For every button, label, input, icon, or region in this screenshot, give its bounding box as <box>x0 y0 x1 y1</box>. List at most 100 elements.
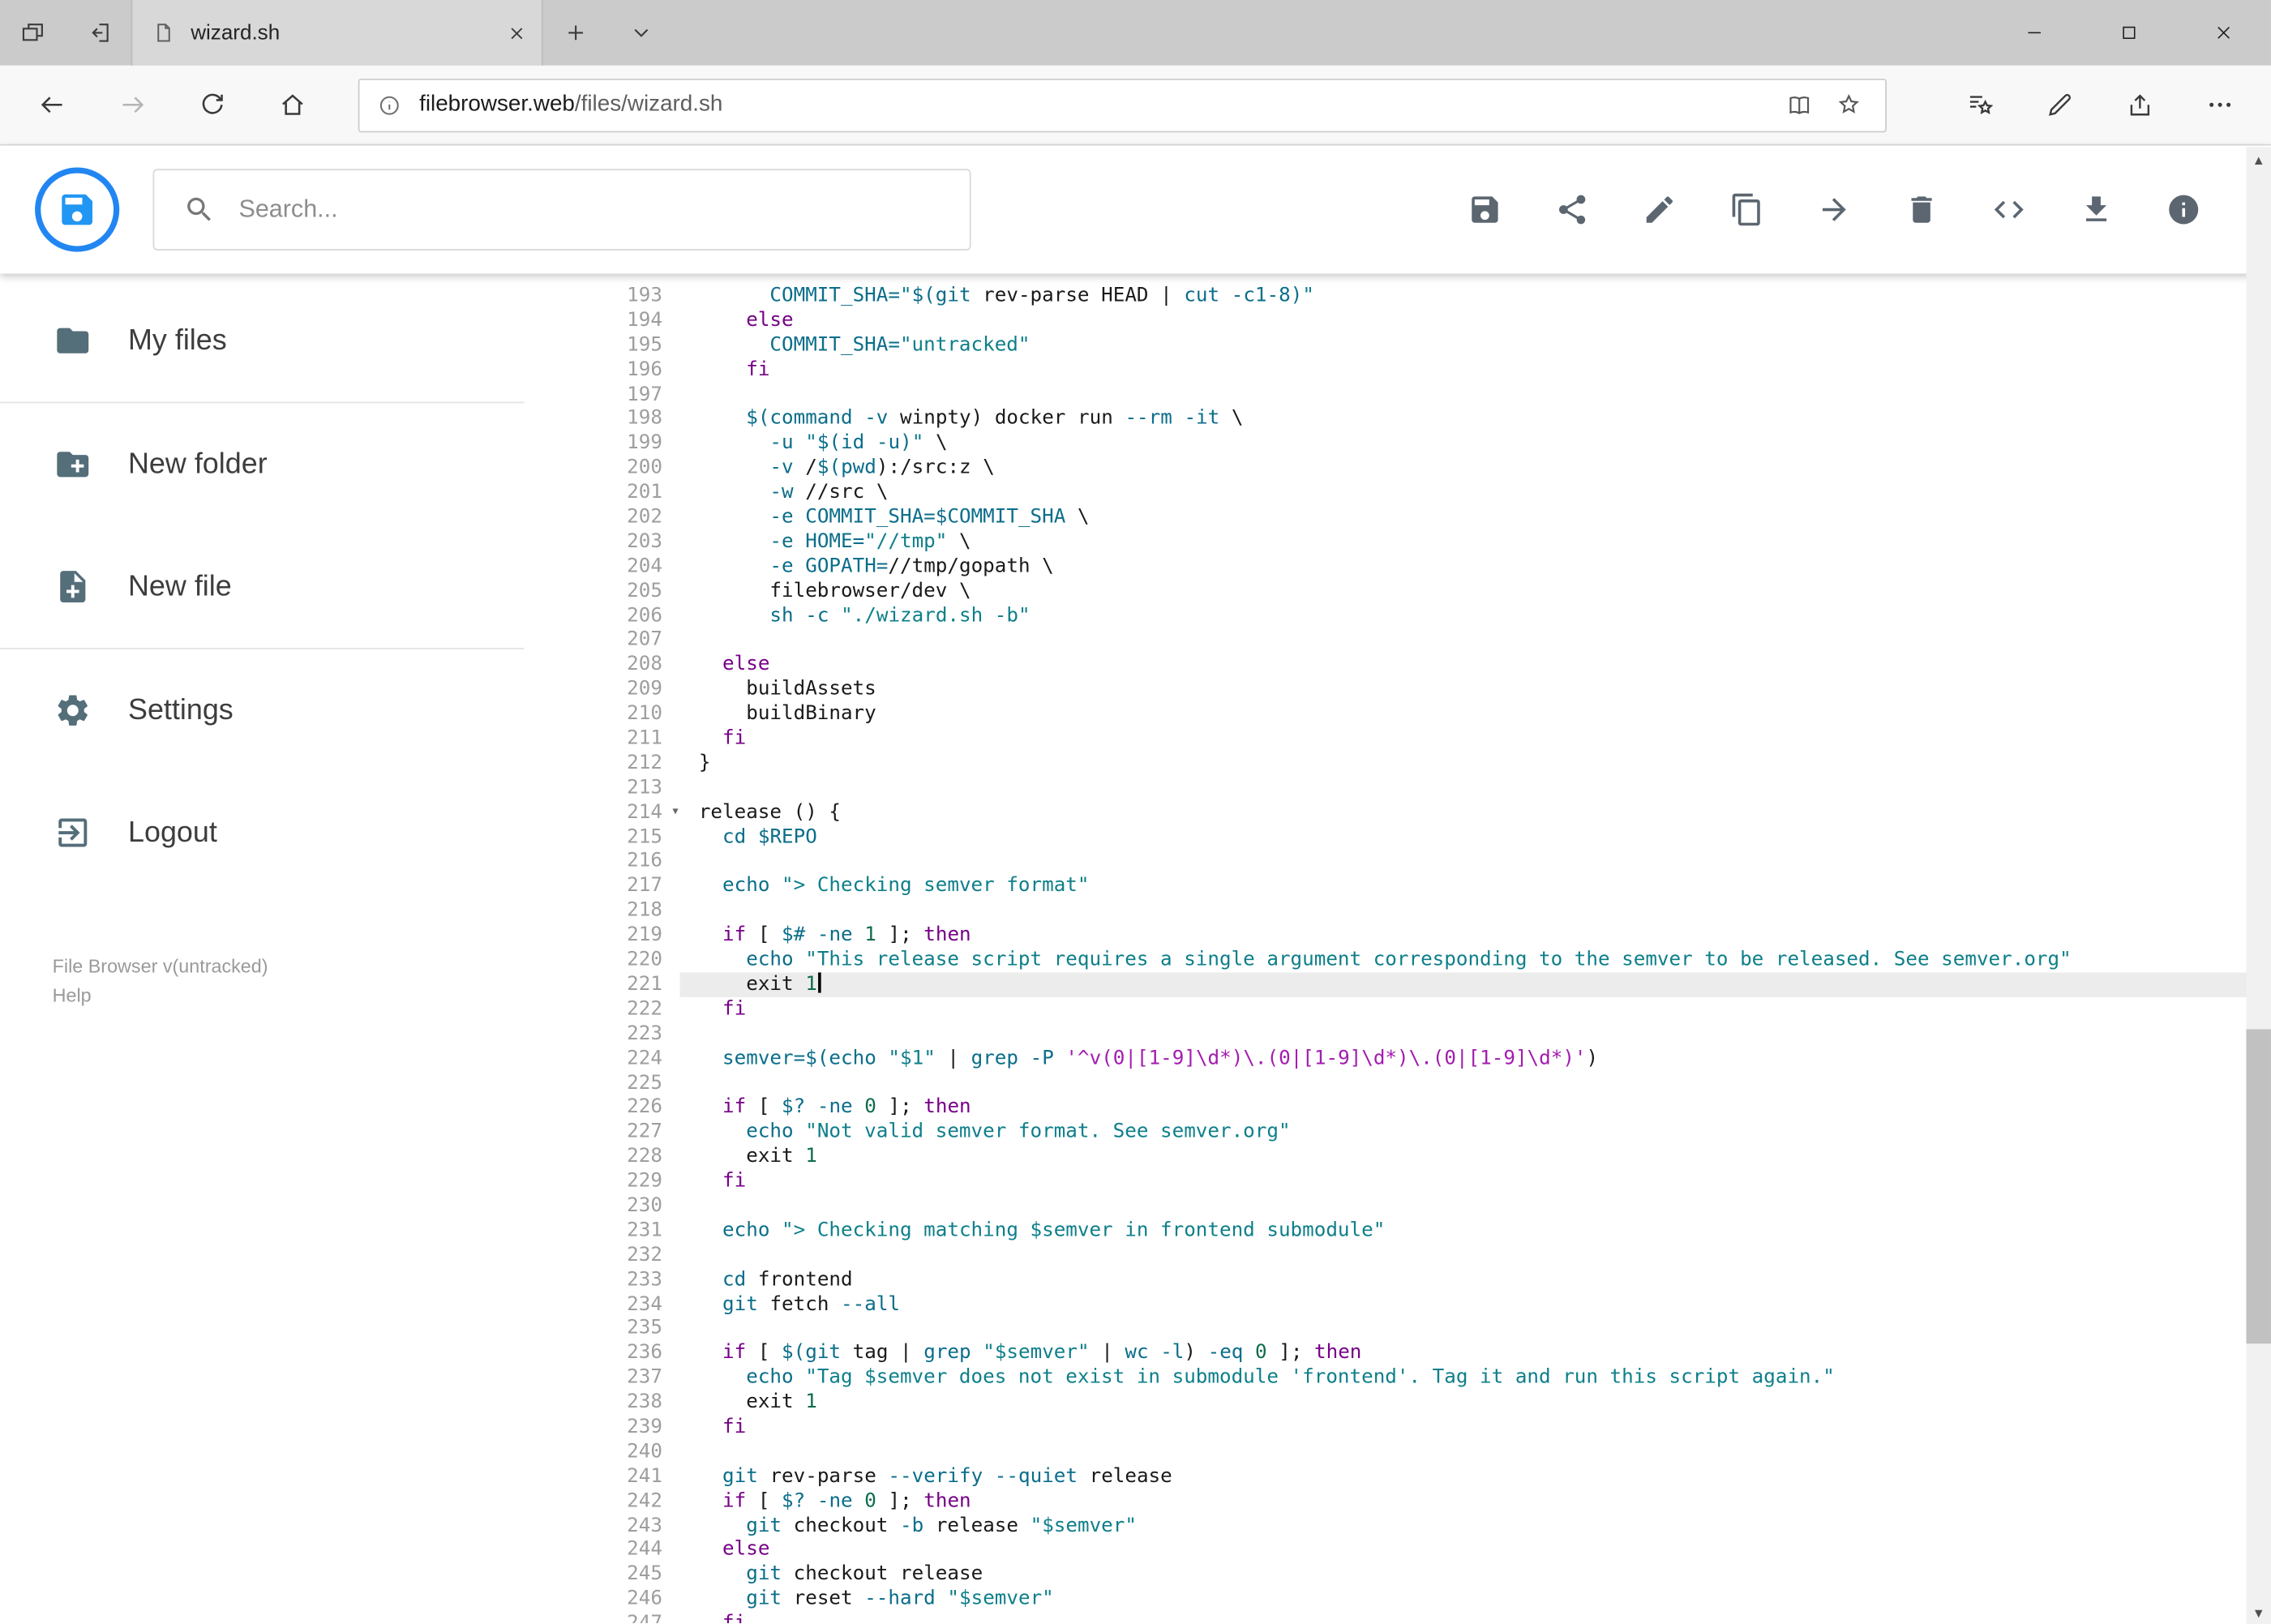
tab-list-chevron-button[interactable] <box>609 0 675 66</box>
new-tab-button[interactable] <box>543 0 609 66</box>
code-line[interactable]: 220 echo "This release script requires a… <box>589 948 2271 972</box>
code-line[interactable]: 229 fi <box>589 1169 2271 1193</box>
help-link[interactable]: Help <box>53 981 590 1010</box>
code-line[interactable]: 194 else <box>589 308 2271 332</box>
code-line[interactable]: 223 <box>589 1022 2271 1046</box>
more-actions-button[interactable] <box>2179 72 2260 138</box>
share-button[interactable] <box>1555 192 1590 227</box>
sidebar-item-new-file[interactable]: New file <box>0 525 589 648</box>
code-line[interactable]: 232 <box>589 1243 2271 1267</box>
fold-marker-icon[interactable]: ▾ <box>671 800 680 825</box>
search-box[interactable] <box>152 169 971 251</box>
code-line[interactable]: 221 exit 1 <box>589 972 2271 997</box>
code-line[interactable]: 226 if [ $? -ne 0 ]; then <box>589 1095 2271 1120</box>
code-line[interactable]: 207 <box>589 628 2271 653</box>
code-line[interactable]: 239 fi <box>589 1415 2271 1439</box>
code-line[interactable]: 244 else <box>589 1538 2271 1562</box>
code-line[interactable]: 231 echo "> Checking matching $semver in… <box>589 1219 2271 1243</box>
code-line[interactable]: 243 git checkout -b release "$semver" <box>589 1513 2271 1537</box>
code-line[interactable]: 216 <box>589 850 2271 874</box>
code-line[interactable]: 241 git rev-parse --verify --quiet relea… <box>589 1464 2271 1489</box>
code-line[interactable]: 242 if [ $? -ne 0 ]; then <box>589 1489 2271 1513</box>
code-line[interactable]: 228 exit 1 <box>589 1145 2271 1169</box>
code-line[interactable]: 211 fi <box>589 726 2271 751</box>
sidebar-item-logout[interactable]: Logout <box>0 772 589 894</box>
code-line[interactable]: 214 ▾ release () { <box>589 800 2271 825</box>
code-line[interactable]: 236 if [ $(git tag | grep "$semver" | wc… <box>589 1341 2271 1365</box>
code-editor[interactable]: 193 COMMIT_SHA="$(git rev-parse HEAD | c… <box>589 273 2271 1623</box>
search-input[interactable] <box>235 193 970 226</box>
code-line[interactable]: 217 echo "> Checking semver format" <box>589 874 2271 898</box>
sidebar-item-new-folder[interactable]: New folder <box>0 403 589 525</box>
code-line[interactable]: 245 git checkout release <box>589 1562 2271 1587</box>
code-line[interactable]: 222 fi <box>589 997 2271 1022</box>
reading-view-button[interactable] <box>1775 82 1824 127</box>
tab-close-icon[interactable] <box>507 23 527 43</box>
code-line[interactable]: 210 buildBinary <box>589 702 2271 726</box>
maximize-button[interactable] <box>2082 0 2177 66</box>
code-line[interactable]: 197 <box>589 382 2271 406</box>
forward-button[interactable] <box>92 72 172 138</box>
hub-favorites-button[interactable] <box>1939 72 2020 138</box>
save-button[interactable] <box>1468 192 1502 227</box>
code-line[interactable]: 237 echo "Tag $semver does not exist in … <box>589 1366 2271 1390</box>
filebrowser-logo[interactable] <box>35 167 120 252</box>
rename-button[interactable] <box>1642 192 1677 227</box>
minimize-button[interactable] <box>1987 0 2082 66</box>
set-tabs-aside-button[interactable] <box>66 0 131 66</box>
code-line[interactable]: 195 COMMIT_SHA="untracked" <box>589 333 2271 358</box>
code-button[interactable] <box>1991 192 2026 227</box>
code-line[interactable]: 213 <box>589 776 2271 800</box>
browser-tab[interactable]: wizard.sh <box>131 0 543 66</box>
code-line[interactable]: 246 git reset --hard "$semver" <box>589 1587 2271 1611</box>
code-line[interactable]: 196 fi <box>589 358 2271 382</box>
code-line[interactable]: 193 COMMIT_SHA="$(git rev-parse HEAD | c… <box>589 284 2271 308</box>
address-bar[interactable]: filebrowser.web/files/wizard.sh <box>358 78 1887 132</box>
code-line[interactable]: 227 echo "Not valid semver format. See s… <box>589 1120 2271 1144</box>
code-line[interactable]: 209 buildAssets <box>589 677 2271 701</box>
code-line[interactable]: 204 -e GOPATH=//tmp/gopath \ <box>589 555 2271 579</box>
code-line[interactable]: 240 <box>589 1439 2271 1463</box>
move-button[interactable] <box>1817 192 1852 227</box>
back-button[interactable] <box>11 72 92 138</box>
url-text[interactable]: filebrowser.web/files/wizard.sh <box>419 92 1775 118</box>
web-note-button[interactable] <box>2019 72 2099 138</box>
sidebar-item-my-files[interactable]: My files <box>0 280 589 402</box>
code-line[interactable]: 201 -w //src \ <box>589 481 2271 505</box>
code-line[interactable]: 200 -v /$(pwd):/src:z \ <box>589 456 2271 480</box>
code-line[interactable]: 215 cd $REPO <box>589 825 2271 849</box>
code-line[interactable]: 234 git fetch --all <box>589 1292 2271 1317</box>
favorite-star-button[interactable] <box>1824 82 1874 127</box>
code-line[interactable]: 230 <box>589 1193 2271 1218</box>
scroll-down-arrow[interactable]: ▼ <box>2246 1600 2271 1624</box>
download-button[interactable] <box>2079 192 2114 227</box>
code-line[interactable]: 212} <box>589 751 2271 775</box>
code-line[interactable]: 205 filebrowser/dev \ <box>589 579 2271 603</box>
code-line[interactable]: 203 -e HOME="//tmp" \ <box>589 529 2271 554</box>
delete-button[interactable] <box>1905 192 1939 227</box>
tab-preview-button[interactable] <box>0 0 66 66</box>
home-button[interactable] <box>252 72 332 138</box>
code-line[interactable]: 199 -u "$(id -u)" \ <box>589 431 2271 456</box>
scroll-up-arrow[interactable]: ▲ <box>2246 147 2271 172</box>
sidebar-item-settings[interactable]: Settings <box>0 649 589 772</box>
scrollbar-thumb[interactable] <box>2246 1029 2271 1344</box>
code-line[interactable]: 208 else <box>589 653 2271 677</box>
copy-button[interactable] <box>1729 192 1764 227</box>
code-line[interactable]: 247 fi <box>589 1612 2271 1623</box>
info-button[interactable] <box>2166 192 2201 227</box>
code-line[interactable]: 206 sh -c "./wizard.sh -b" <box>589 603 2271 628</box>
close-button[interactable] <box>2176 0 2271 66</box>
refresh-button[interactable] <box>172 72 252 138</box>
code-line[interactable]: 198 $(command -v winpty) docker run --rm… <box>589 407 2271 431</box>
code-line[interactable]: 202 -e COMMIT_SHA=$COMMIT_SHA \ <box>589 505 2271 529</box>
code-line[interactable]: 233 cd frontend <box>589 1267 2271 1292</box>
code-line[interactable]: 218 <box>589 898 2271 923</box>
site-info-icon[interactable] <box>377 92 402 118</box>
page-scrollbar[interactable]: ▲ ▼ <box>2246 147 2271 1624</box>
code-line[interactable]: 225 <box>589 1071 2271 1095</box>
code-line[interactable]: 235 <box>589 1317 2271 1341</box>
code-line[interactable]: 219 if [ $# -ne 1 ]; then <box>589 923 2271 948</box>
code-line[interactable]: 224 semver=$(echo "$1" | grep -P '^v(0|[… <box>589 1046 2271 1070</box>
code-line[interactable]: 238 exit 1 <box>589 1390 2271 1415</box>
